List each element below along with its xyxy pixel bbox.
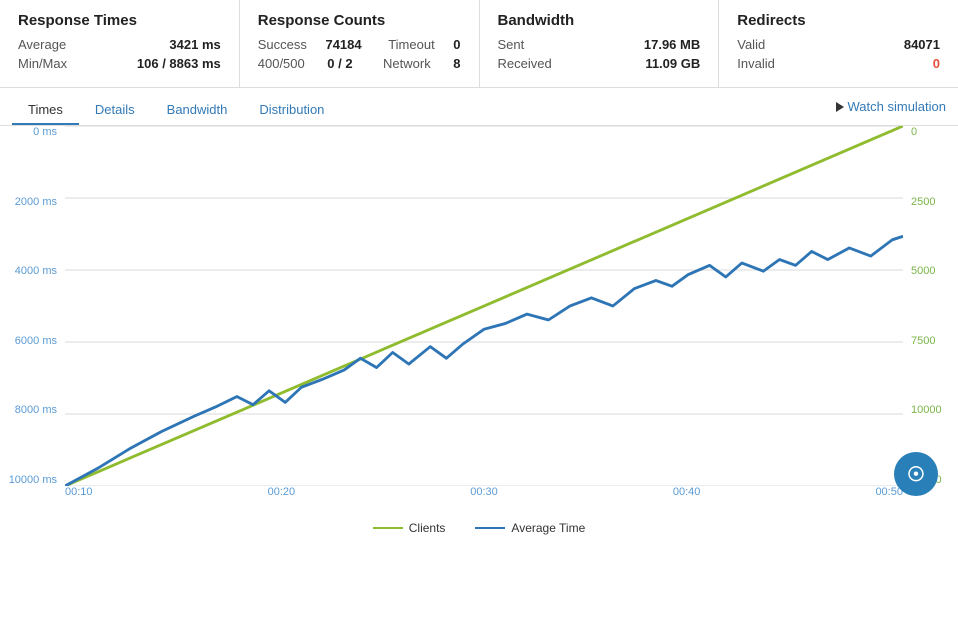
tab-details[interactable]: Details <box>79 96 151 125</box>
timeout-value: 0 <box>453 37 460 52</box>
clients-line <box>65 126 903 486</box>
invalid-label: Invalid <box>737 56 775 71</box>
tab-bandwidth[interactable]: Bandwidth <box>151 96 244 125</box>
y-left-label-2: 6000 ms <box>15 335 57 347</box>
legend-clients: Clients <box>373 521 446 535</box>
valid-value: 84071 <box>904 37 940 52</box>
tabs-bar: Times Details Bandwidth Distribution Wat… <box>0 88 958 126</box>
y-right-label-3: 5000 <box>911 265 935 277</box>
redirects-title: Redirects <box>737 12 940 29</box>
x-axis: 00:10 00:20 00:30 00:40 00:50 <box>65 486 903 516</box>
average-value: 3421 ms <box>169 37 220 52</box>
y-left-label-5: 0 ms <box>33 126 57 138</box>
tab-times[interactable]: Times <box>12 96 79 125</box>
response-times-card: Response Times Average 3421 ms Min/Max 1… <box>0 0 240 87</box>
watch-simulation-label: Watch simulation <box>848 99 947 114</box>
stats-bar: Response Times Average 3421 ms Min/Max 1… <box>0 0 958 88</box>
y-left-label-0: 10000 ms <box>9 474 57 486</box>
avg-time-legend-line <box>475 527 505 529</box>
watch-simulation-button[interactable]: Watch simulation <box>836 99 947 122</box>
help-button[interactable]: ☉ <box>894 452 938 496</box>
chart-legend: Clients Average Time <box>0 521 958 535</box>
play-icon <box>836 102 844 112</box>
bandwidth-title: Bandwidth <box>498 12 701 29</box>
y-axis-right: 12500 10000 7500 5000 2500 0 <box>903 126 958 486</box>
x-label-1: 00:20 <box>268 486 296 498</box>
received-label: Received <box>498 56 552 71</box>
clients-legend-line <box>373 527 403 529</box>
help-icon: ☉ <box>907 462 925 487</box>
sent-value: 17.96 MB <box>644 37 700 52</box>
redirects-card: Redirects Valid 84071 Invalid 0 <box>719 0 958 87</box>
received-value: 11.09 GB <box>645 56 700 71</box>
chart-wrapper: 10000 ms 8000 ms 6000 ms 4000 ms 2000 ms… <box>0 126 958 516</box>
x-label-0: 00:10 <box>65 486 93 498</box>
network-value: 8 <box>453 56 460 71</box>
y-left-label-4: 2000 ms <box>15 196 57 208</box>
valid-label: Valid <box>737 37 765 52</box>
fourxx-label: 400/500 <box>258 56 305 71</box>
average-label: Average <box>18 37 66 52</box>
y-axis-left: 10000 ms 8000 ms 6000 ms 4000 ms 2000 ms… <box>0 126 65 486</box>
tabs-left: Times Details Bandwidth Distribution <box>12 96 340 125</box>
y-right-label-1: 10000 <box>911 404 942 416</box>
network-label: Network <box>383 56 431 71</box>
bandwidth-card: Bandwidth Sent 17.96 MB Received 11.09 G… <box>480 0 720 87</box>
x-label-3: 00:40 <box>673 486 701 498</box>
y-left-label-3: 4000 ms <box>15 265 57 277</box>
y-right-label-2: 7500 <box>911 335 935 347</box>
chart-area: 10000 ms 8000 ms 6000 ms 4000 ms 2000 ms… <box>0 126 958 516</box>
response-counts-title: Response Counts <box>258 12 461 29</box>
avg-time-legend-label: Average Time <box>511 521 585 535</box>
success-value: 74184 <box>325 37 361 52</box>
timeout-label: Timeout <box>388 37 434 52</box>
minmax-label: Min/Max <box>18 56 67 71</box>
success-label: Success <box>258 37 307 52</box>
chart-svg-area <box>65 126 903 486</box>
y-left-label-1: 8000 ms <box>15 404 57 416</box>
sent-label: Sent <box>498 37 525 52</box>
tab-distribution[interactable]: Distribution <box>243 96 340 125</box>
x-label-2: 00:30 <box>470 486 498 498</box>
invalid-value: 0 <box>933 56 940 71</box>
response-counts-card: Response Counts Success 74184 Timeout 0 … <box>240 0 480 87</box>
chart-svg <box>65 126 903 486</box>
legend-avg-time: Average Time <box>475 521 585 535</box>
fourxx-value: 0 / 2 <box>327 56 352 71</box>
minmax-value: 106 / 8863 ms <box>137 56 221 71</box>
y-right-label-5: 0 <box>911 126 917 138</box>
avg-time-line <box>65 236 903 486</box>
response-times-title: Response Times <box>18 12 221 29</box>
clients-legend-label: Clients <box>409 521 446 535</box>
y-right-label-4: 2500 <box>911 196 935 208</box>
